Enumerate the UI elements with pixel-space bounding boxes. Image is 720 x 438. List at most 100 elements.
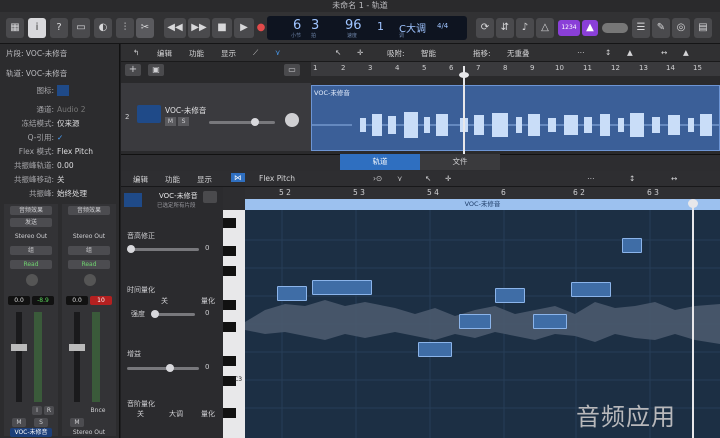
pan-knob[interactable] <box>84 274 96 286</box>
list-editors-icon[interactable]: ☰ <box>632 18 650 38</box>
pitch-note[interactable] <box>571 282 611 297</box>
zoom-slider-icon[interactable]: ▲ <box>627 48 633 57</box>
pitch-correction-slider[interactable] <box>127 248 199 251</box>
flex-value[interactable]: Flex Pitch <box>57 145 93 158</box>
track-volume-slider[interactable] <box>209 121 275 124</box>
automation-mode[interactable]: Read <box>10 260 52 269</box>
mute-button[interactable]: M <box>70 418 84 427</box>
master-volume-toggle[interactable] <box>602 23 628 33</box>
crosshair-tool-icon[interactable]: ✛ <box>357 48 363 57</box>
drag-value[interactable]: 无重叠 <box>507 48 530 59</box>
zoom-slider-icon[interactable]: ▲ <box>683 48 689 57</box>
count-in-badge[interactable]: 1234 <box>558 20 580 36</box>
track-pan-knob[interactable] <box>285 113 299 127</box>
vertical-zoom-icon[interactable]: ↕ <box>629 174 635 183</box>
formant-value[interactable]: 始终处理 <box>57 187 87 200</box>
mute-button[interactable]: M <box>12 418 26 427</box>
formant-track-value[interactable]: 0.00 <box>57 159 74 172</box>
pan-knob[interactable] <box>26 274 38 286</box>
automation-icon[interactable]: ⟋ <box>253 48 258 58</box>
quick-help-icon[interactable]: ? <box>50 18 68 38</box>
time-quantize-value[interactable]: 关 <box>161 296 168 306</box>
tracks-view-menu[interactable]: 显示 <box>221 48 236 59</box>
bounce-button[interactable]: Bnce <box>86 406 110 415</box>
rewind-icon[interactable]: ◀◀ <box>164 18 186 38</box>
scale-quantize-value[interactable]: 关 <box>137 409 144 419</box>
pitch-note[interactable] <box>622 238 642 253</box>
flex-toggle-icon[interactable]: ⋈ <box>231 173 245 182</box>
formant-shift-value[interactable]: 关 <box>57 173 65 186</box>
tuning-icon[interactable]: ♪ <box>516 18 534 38</box>
pointer-tool-icon[interactable]: ↖ <box>425 174 431 183</box>
metronome-on-icon[interactable]: ▲ <box>582 20 598 36</box>
browser-icon[interactable]: ▤ <box>694 18 712 38</box>
track-list-icon[interactable]: ▭ <box>284 64 300 76</box>
inspector-track-header[interactable]: 轨道: VOC-未修音 <box>6 67 126 80</box>
strength-knob[interactable] <box>151 310 159 318</box>
toolbar-icon[interactable]: ▭ <box>72 18 90 38</box>
volume-fader[interactable] <box>11 344 27 351</box>
record-enable-button[interactable]: R <box>44 406 54 415</box>
quantize-button[interactable]: 量化 <box>201 296 215 306</box>
stop-icon[interactable]: ■ <box>212 18 232 38</box>
tab-track[interactable]: 轨道 <box>340 154 420 170</box>
catch-icon[interactable]: ›⊙ <box>373 174 382 183</box>
editor-ruler[interactable]: 5 2 5 3 5 4 6 6 2 6 3 <box>245 187 720 199</box>
q-checkbox[interactable]: ✓ <box>57 131 63 144</box>
crosshair-tool-icon[interactable]: ✛ <box>445 174 451 183</box>
track-header[interactable]: 2 VOC-未修音 M S <box>121 83 311 151</box>
gain-knob[interactable] <box>166 364 174 372</box>
freeze-value[interactable]: 仅来源 <box>57 117 80 130</box>
automation-mode[interactable]: Read <box>68 260 110 269</box>
replace-icon[interactable]: ⇵ <box>496 18 514 38</box>
record-icon[interactable]: ● <box>256 18 266 38</box>
pitch-note[interactable] <box>459 314 491 329</box>
track-icon[interactable] <box>57 85 69 96</box>
tab-file[interactable]: 文件 <box>420 154 500 170</box>
volume-fader[interactable] <box>69 344 85 351</box>
track-mute-button[interactable]: M <box>165 117 176 126</box>
inspector-icon[interactable]: i <box>28 18 46 38</box>
global-tracks-icon[interactable]: ▣ <box>148 64 164 76</box>
smart-controls-icon[interactable]: ◐ <box>94 18 112 38</box>
horizontal-zoom-icon[interactable]: ↔ <box>671 174 677 183</box>
audio-region[interactable]: VOC-未修音 <box>311 85 720 151</box>
play-icon[interactable]: ▶ <box>234 18 254 38</box>
playhead-tracks[interactable] <box>463 66 465 154</box>
waveform-zoom-icon[interactable]: ⋯ <box>577 48 585 57</box>
scale-key-select[interactable]: 大调 <box>169 409 183 419</box>
snap-value[interactable]: 智能 <box>421 48 436 59</box>
forward-icon[interactable]: ▶▶ <box>188 18 210 38</box>
tracks-func-menu[interactable]: 功能 <box>189 48 204 59</box>
lcd-display[interactable]: 6 3 96 96 C大调 4/4 小节 拍 速度 调 1 <box>267 16 467 40</box>
inspector-region-header[interactable]: 片段: VOC-未修音 <box>6 47 126 60</box>
playhead-handle[interactable] <box>459 72 469 78</box>
pitch-note[interactable] <box>418 342 452 357</box>
editor-region-menu-icon[interactable] <box>203 191 217 203</box>
editors-icon[interactable]: ✂ <box>136 18 154 38</box>
solo-button[interactable]: S <box>34 418 48 427</box>
output-slot[interactable]: Stereo Out <box>68 232 110 241</box>
group-slot[interactable]: 组 <box>68 246 110 255</box>
output-slot[interactable]: Stereo Out <box>10 232 52 241</box>
editor-func-menu[interactable]: 功能 <box>165 174 180 185</box>
loop-browser-icon[interactable]: ◎ <box>672 18 690 38</box>
editor-edit-menu[interactable]: 编辑 <box>133 174 148 185</box>
scale-quantize-button[interactable]: 量化 <box>201 409 215 419</box>
tracks-back-icon[interactable]: ↰ <box>133 48 139 57</box>
pointer-tool-icon[interactable]: ↖ <box>335 48 341 57</box>
group-slot[interactable]: 组 <box>10 246 52 255</box>
pitch-note[interactable] <box>533 314 567 329</box>
piano-keyboard[interactable]: C3 <box>223 210 245 438</box>
notepad-icon[interactable]: ✎ <box>652 18 670 38</box>
pitch-note[interactable] <box>495 288 525 303</box>
strip-name[interactable]: VOC-未修音 <box>10 428 52 437</box>
library-icon[interactable]: ▦ <box>6 18 24 38</box>
pitch-note[interactable] <box>277 286 307 301</box>
flex-mode-select[interactable]: Flex Pitch <box>259 174 295 183</box>
metronome-icon[interactable]: △ <box>536 18 554 38</box>
pitch-note[interactable] <box>312 280 372 295</box>
cycle-icon[interactable]: ⟳ <box>476 18 494 38</box>
mixer-icon[interactable]: ⫶ <box>116 18 134 38</box>
track-name[interactable]: VOC-未修音 <box>165 105 206 116</box>
